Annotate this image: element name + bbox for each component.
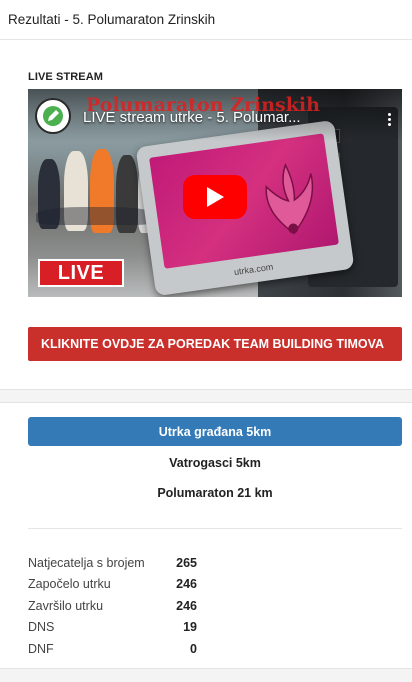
video-player[interactable]: aton utrka.com Polumaraton Zrinskih LIVE… — [28, 89, 402, 297]
team-building-ranking-button[interactable]: KLIKNITE OVDJE ZA POREDAK TEAM BUILDING … — [28, 327, 402, 361]
page-title: Rezultati - 5. Polumaraton Zrinskih — [8, 12, 216, 27]
video-title[interactable]: LIVE stream utrke - 5. Polumar... — [83, 109, 301, 126]
stat-label: DNS — [28, 620, 55, 635]
race-tab-vatrogasci[interactable]: Vatrogasci 5km — [28, 448, 402, 477]
race-selector: Utrka građana 5km Vatrogasci 5km Polumar… — [0, 417, 412, 507]
stat-value: 0 — [190, 641, 197, 656]
stat-value: 246 — [176, 577, 197, 592]
stat-row: Započelo utrku 246 — [28, 574, 412, 596]
race-tab-polumaraton[interactable]: Polumaraton 21 km — [28, 478, 402, 507]
pencil-icon — [43, 106, 63, 126]
section-divider — [0, 389, 412, 403]
race-tab-active[interactable]: Utrka građana 5km — [28, 417, 402, 446]
stat-label: Započelo utrku — [28, 577, 111, 592]
stats-table: Natjecatelja s brojem 265 Započelo utrku… — [0, 552, 412, 660]
stat-value: 19 — [183, 620, 197, 635]
live-stream-heading: LIVE STREAM — [28, 71, 104, 83]
stat-label: Natjecatelja s brojem — [28, 555, 145, 570]
channel-avatar[interactable] — [35, 98, 71, 134]
stat-label: Završilo utrku — [28, 598, 104, 613]
play-icon — [207, 187, 224, 207]
stat-row: Završilo utrku 246 — [28, 595, 412, 617]
stat-label: DNF — [28, 641, 54, 656]
more-options-icon[interactable] — [388, 113, 392, 128]
wing-logo-icon — [265, 163, 314, 235]
bottom-divider — [0, 668, 412, 682]
live-stream-section: LIVE STREAM aton utrka.com — [0, 71, 412, 297]
live-badge: LIVE — [38, 259, 124, 287]
stat-row: DNS 19 — [28, 617, 412, 639]
stat-row: DNF 0 — [28, 638, 412, 660]
stat-value: 265 — [176, 555, 197, 570]
stat-value: 246 — [176, 598, 197, 613]
top-bar: Rezultati - 5. Polumaraton Zrinskih — [0, 0, 412, 40]
play-button[interactable] — [183, 175, 247, 219]
stat-row: Natjecatelja s brojem 265 — [28, 552, 412, 574]
divider-line — [28, 528, 402, 529]
